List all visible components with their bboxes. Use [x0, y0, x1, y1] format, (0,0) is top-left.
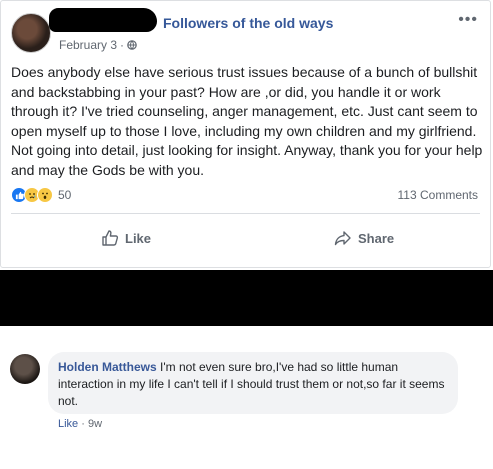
- post-text: Does anybody else have serious trust iss…: [11, 64, 483, 178]
- comment-age[interactable]: 9w: [88, 418, 102, 430]
- more-options-button[interactable]: •••: [458, 11, 478, 29]
- like-button-label: Like: [125, 230, 152, 246]
- comment-meta-separator: ·: [81, 418, 85, 430]
- wow-reaction-icon: [37, 187, 53, 203]
- globe-icon: [127, 40, 137, 50]
- share-button[interactable]: Share: [334, 229, 394, 247]
- comments-count-link[interactable]: 113 Comments: [398, 188, 478, 202]
- poster-avatar[interactable]: [11, 13, 51, 53]
- actions-divider: [11, 213, 480, 214]
- group-name-link[interactable]: Followers of the old ways: [163, 15, 333, 31]
- commenter-avatar[interactable]: [10, 354, 40, 384]
- post-card: Followers of the old ways February 3 · •…: [0, 0, 491, 268]
- thumbs-up-icon: [102, 230, 119, 246]
- share-button-label: Share: [358, 230, 395, 246]
- comment-like-link[interactable]: Like: [58, 418, 78, 430]
- comment-bubble: Holden Matthews I'm not even sure bro,I'…: [48, 352, 458, 414]
- redacted-name-arrow: [145, 14, 157, 28]
- reaction-count: 50: [58, 188, 72, 202]
- redaction-band: [0, 270, 493, 326]
- post-meta: February 3 ·: [59, 38, 137, 52]
- meta-separator: ·: [120, 38, 125, 52]
- reactions-summary[interactable]: 50: [11, 187, 71, 203]
- post-date[interactable]: February 3: [59, 38, 117, 52]
- share-arrow-icon: [334, 231, 351, 246]
- redacted-name: [49, 8, 157, 32]
- commenter-name-link[interactable]: Holden Matthews: [58, 360, 157, 374]
- comment-meta: Like · 9w: [58, 418, 102, 430]
- like-button[interactable]: Like: [101, 229, 151, 247]
